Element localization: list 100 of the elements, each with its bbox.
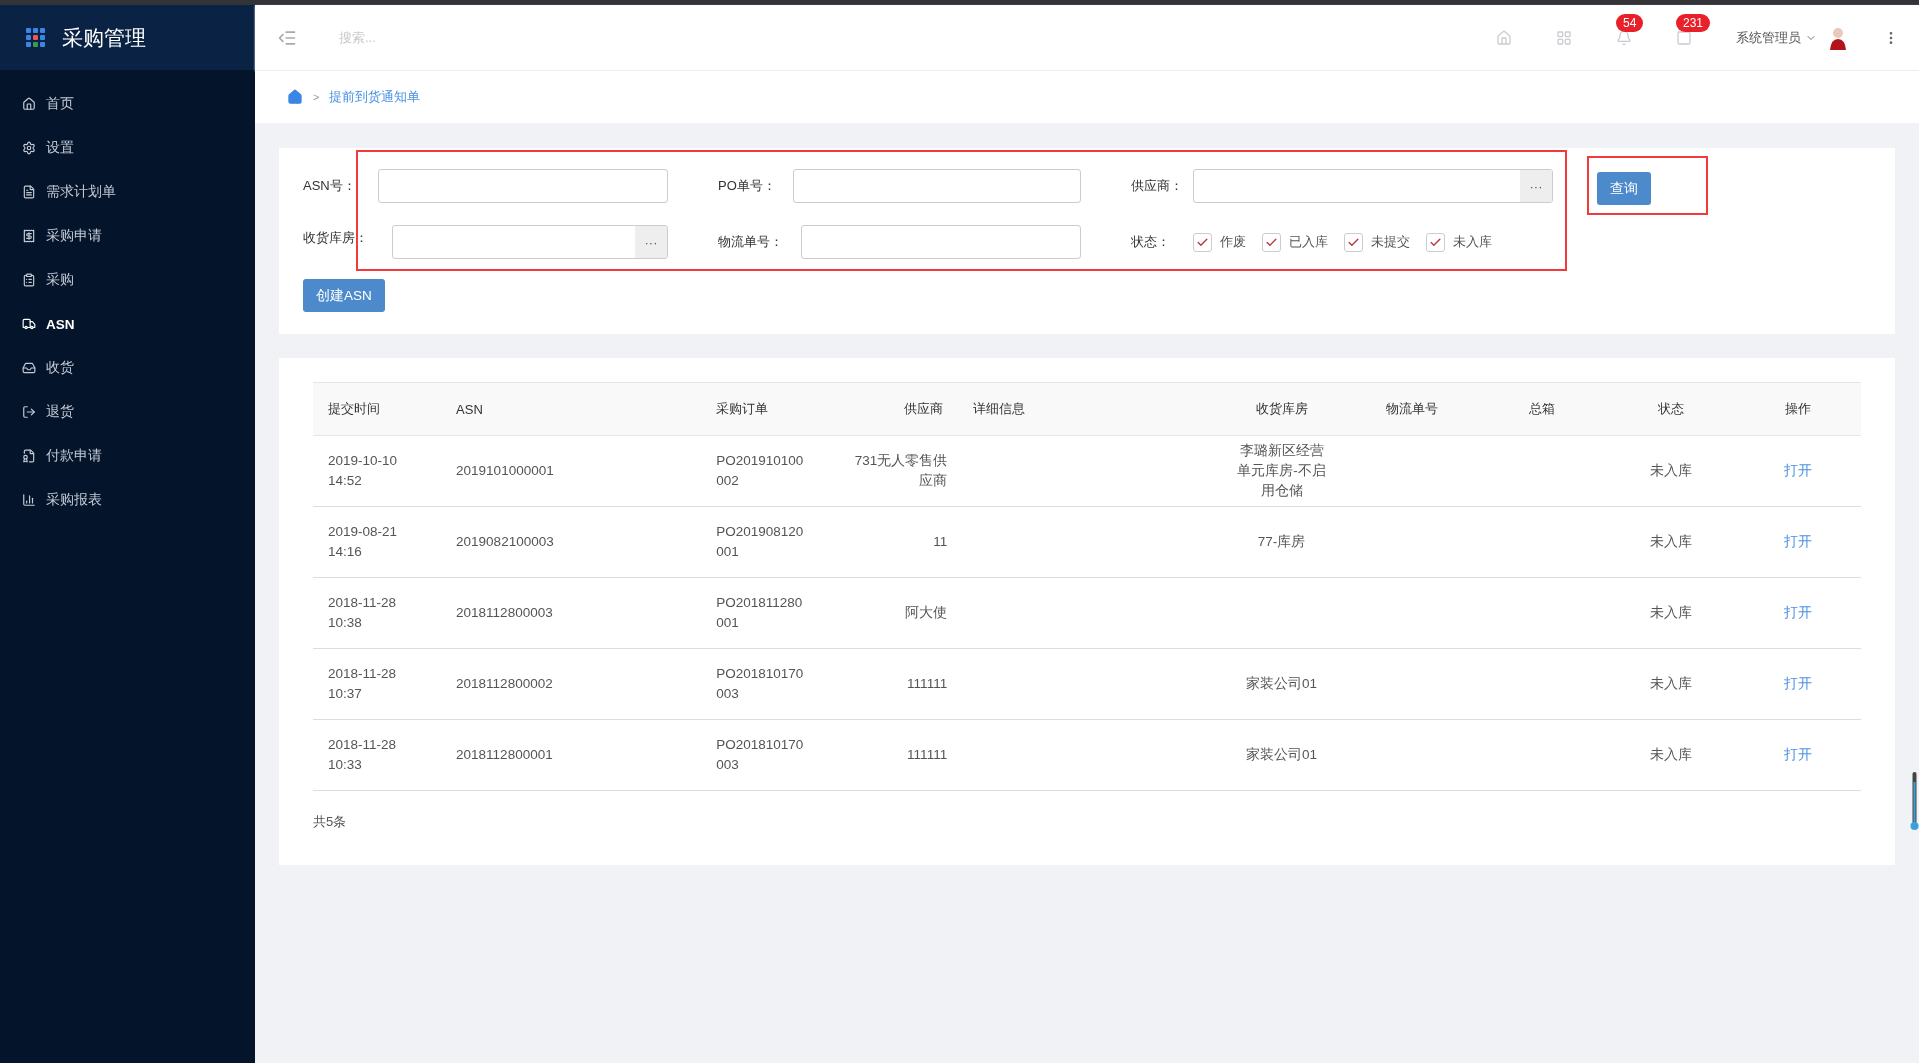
open-link[interactable]: 打开: [1783, 747, 1812, 762]
input-field[interactable]: [793, 169, 1081, 203]
table-cell: PO201810170003: [701, 719, 837, 791]
sidebar-item[interactable]: 首页: [0, 82, 255, 126]
column-header[interactable]: 供应商: [836, 382, 959, 436]
message-badge: 231: [1676, 13, 1711, 32]
table-cell: 未入库: [1606, 577, 1735, 649]
sidebar-item[interactable]: ASN: [0, 302, 255, 346]
table-cell: 李璐新区经营单元库房-不启用仓储: [1216, 435, 1347, 507]
table-cell: 2018-11-28 10:37: [313, 648, 442, 720]
grid-logo-icon: [26, 27, 46, 48]
checkbox[interactable]: [1262, 232, 1281, 252]
checkbox-label: 未入库: [1453, 233, 1492, 251]
table-cell: PO201810170003: [701, 648, 837, 720]
sidebar-item[interactable]: 退货: [0, 390, 255, 434]
column-header[interactable]: 详细信息: [958, 382, 1217, 436]
table-cell: 2019-10-10 14:52: [313, 435, 442, 507]
query-button[interactable]: 查询: [1597, 172, 1651, 205]
sidebar-item[interactable]: 采购报表: [0, 478, 255, 522]
breadcrumb-separator: >: [313, 91, 320, 103]
checkbox-label: 未提交: [1371, 233, 1410, 251]
table-cell: 77-库房: [1216, 506, 1347, 578]
column-header[interactable]: 操作: [1734, 382, 1861, 436]
app-title: 采购管理: [62, 24, 146, 51]
checkbox-label: 已入库: [1289, 233, 1328, 251]
truck-icon: [22, 317, 36, 331]
open-link[interactable]: 打开: [1783, 463, 1812, 478]
sidebar-item[interactable]: 需求计划单: [0, 170, 255, 214]
open-link[interactable]: 打开: [1783, 534, 1812, 549]
table-cell: PO201811280001: [701, 577, 837, 649]
field-label: ASN号：: [303, 176, 357, 195]
user-name[interactable]: 系统管理员: [1736, 28, 1801, 47]
table-cell: 2019082100003: [441, 506, 702, 578]
table-cell: 未入库: [1606, 648, 1735, 720]
bell-icon[interactable]: [1616, 29, 1632, 46]
gear-icon: [22, 141, 36, 155]
column-header[interactable]: 物流单号: [1346, 382, 1477, 436]
column-header[interactable]: 采购订单: [701, 382, 837, 436]
picker-button[interactable]: ···: [635, 226, 667, 258]
input-field[interactable]: [378, 169, 668, 203]
table-cell: 111111: [836, 719, 959, 791]
receipt-icon: [22, 229, 36, 243]
avatar-icon: [1827, 25, 1849, 50]
bar-chart-icon: [22, 493, 36, 507]
picker-button[interactable]: ···: [1520, 170, 1552, 202]
picker-field[interactable]: ···: [1193, 169, 1553, 203]
column-header[interactable]: 总箱: [1476, 382, 1607, 436]
table-cell: 2018112800001: [441, 719, 702, 791]
table-cell: 未入库: [1606, 506, 1735, 578]
clipboard-icon: [22, 273, 36, 287]
field-label: 物流单号：: [718, 233, 783, 251]
table-cell: 2018-11-28 10:38: [313, 577, 442, 649]
scroll-indicator-icon: [1910, 772, 1919, 832]
checkbox-label: 作废: [1220, 233, 1246, 251]
table-cell: 2019-08-21 14:16: [313, 506, 442, 578]
field-label: 供应商：: [1131, 177, 1183, 195]
breadcrumb-link[interactable]: 提前到货通知单: [329, 88, 421, 106]
sidebar-item[interactable]: 设置: [0, 126, 255, 170]
table-cell: 731无人零售供应商: [836, 435, 959, 507]
field-label: 状态：: [1131, 233, 1171, 251]
column-header[interactable]: 状态: [1606, 382, 1735, 436]
column-header[interactable]: 提交时间: [313, 382, 442, 436]
table-cell: 2018-11-28 10:33: [313, 719, 442, 791]
document-icon: [22, 449, 36, 463]
table-cell: 阿大使: [836, 577, 959, 649]
table-cell: 2018112800003: [441, 577, 702, 649]
create-asn-button[interactable]: 创建ASN: [303, 279, 385, 312]
checkbox[interactable]: [1426, 232, 1445, 252]
message-icon[interactable]: [1676, 29, 1692, 46]
notification-badge: 54: [1616, 13, 1644, 32]
document-icon: [22, 185, 36, 199]
table-cell: 2018112800002: [441, 648, 702, 720]
table-cell: PO201908120001: [701, 506, 837, 578]
table-cell: 2019101000001: [441, 435, 702, 507]
total-count: 共5条: [313, 813, 348, 831]
table-cell: 11: [836, 506, 959, 578]
field-label: PO单号：: [718, 177, 777, 195]
column-header[interactable]: ASN: [441, 382, 702, 436]
inbox-icon: [22, 361, 36, 375]
exit-icon: [22, 405, 36, 419]
field-label: 收货库房：: [303, 229, 368, 247]
home-icon[interactable]: [287, 89, 303, 105]
open-link[interactable]: 打开: [1783, 676, 1812, 691]
table-cell: 家装公司01: [1216, 719, 1347, 791]
table-cell: 111111: [836, 648, 959, 720]
sidebar-item[interactable]: 收货: [0, 346, 255, 390]
table-cell: 未入库: [1606, 719, 1735, 791]
column-header[interactable]: 收货库房: [1216, 382, 1347, 436]
table-cell: 家装公司01: [1216, 648, 1347, 720]
checkbox[interactable]: [1344, 232, 1363, 252]
checkbox[interactable]: [1193, 232, 1212, 252]
open-link[interactable]: 打开: [1783, 605, 1812, 620]
sidebar-item[interactable]: 付款申请: [0, 434, 255, 478]
input-field[interactable]: [801, 225, 1081, 259]
table-cell: PO201910100002: [701, 435, 837, 507]
sidebar-item[interactable]: 采购: [0, 258, 255, 302]
sidebar-item[interactable]: 采购申请: [0, 214, 255, 258]
picker-field[interactable]: ···: [392, 225, 668, 259]
table-cell: 未入库: [1606, 435, 1735, 507]
home-icon: [22, 97, 36, 111]
